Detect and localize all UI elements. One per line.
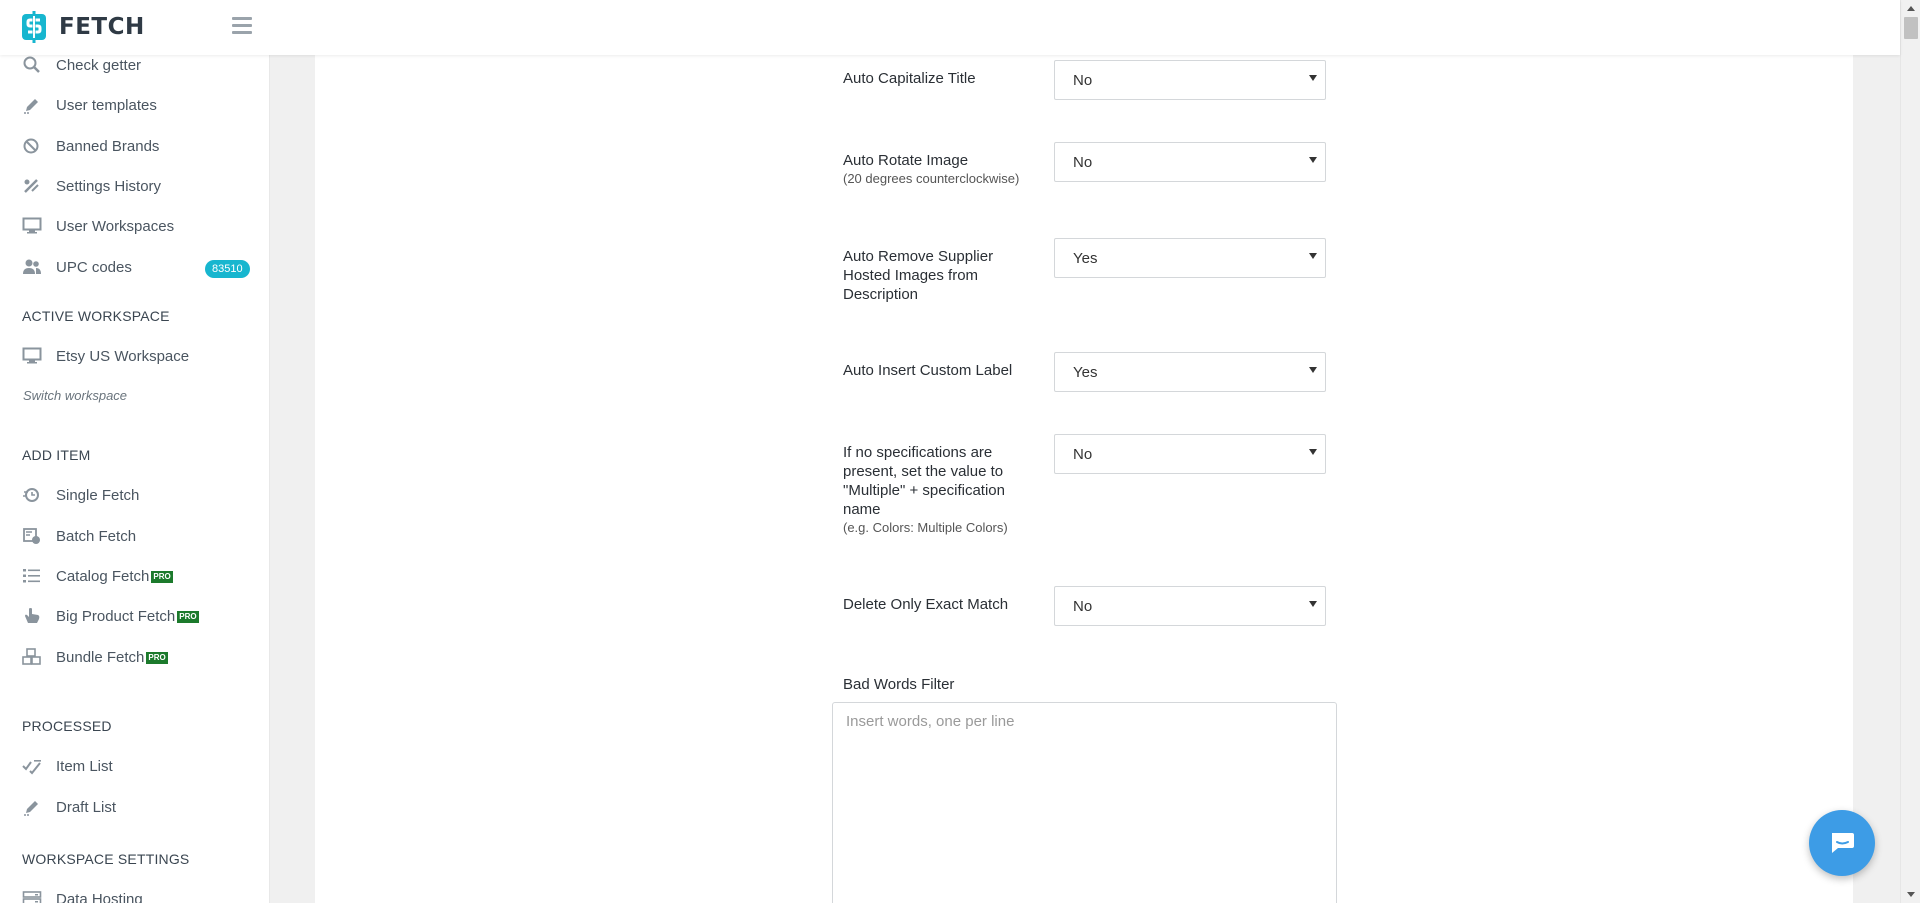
section-title-active-workspace: ACTIVE WORKSPACE — [22, 308, 170, 324]
setting-label: Delete Only Exact Match — [843, 596, 1009, 613]
setting-label: Auto Remove Supplier Hosted Images from … — [843, 248, 994, 303]
setting-label: Auto Rotate Image (20 degrees counterclo… — [843, 151, 1023, 187]
menu-toggle-icon[interactable] — [232, 17, 252, 34]
top-bar: FETCH — [0, 0, 1900, 55]
sidebar-item-single-fetch[interactable]: Single Fetch — [0, 477, 269, 513]
monitor-icon — [22, 347, 42, 364]
setting-sublabel: (20 degrees counterclockwise) — [843, 171, 1020, 186]
chevron-down-icon — [1309, 367, 1317, 373]
switch-workspace-link[interactable]: Switch workspace — [23, 388, 127, 403]
pro-badge: PRO — [177, 610, 199, 623]
monitor-icon — [22, 217, 42, 234]
sidebar-item-data-hosting[interactable]: Data Hosting — [0, 881, 269, 903]
sidebar-item-label: Bundle Fetch PRO — [56, 648, 168, 666]
setting-label: Auto Capitalize Title — [843, 70, 976, 87]
sidebar-item-big-product-fetch[interactable]: Big Product Fetch PRO — [0, 598, 269, 634]
auto-remove-supplier-images-select[interactable]: Yes — [1054, 238, 1326, 278]
sidebar-item-label: Batch Fetch — [56, 527, 137, 545]
chevron-down-icon — [1309, 601, 1317, 607]
sidebar-item-label: UPC codes — [56, 258, 132, 276]
select-value: No — [1073, 598, 1093, 615]
sidebar-item-label: Single Fetch — [56, 486, 140, 504]
users-icon — [23, 259, 41, 274]
select-value: No — [1073, 446, 1093, 463]
chevron-down-icon — [1309, 75, 1317, 81]
sidebar-item-label: Big Product Fetch PRO — [56, 607, 199, 625]
auto-capitalize-title-select[interactable]: No — [1054, 60, 1326, 100]
bad-words-textarea-wrapper — [832, 702, 1337, 903]
single-fetch-icon — [23, 488, 39, 502]
banned-icon — [23, 138, 39, 154]
batch-fetch-icon — [23, 528, 40, 544]
sidebar-item-label: User Workspaces — [56, 217, 175, 235]
pro-badge: PRO — [146, 651, 168, 664]
hand-icon — [25, 608, 40, 623]
boxes-icon — [22, 648, 41, 665]
auto-rotate-image-select[interactable]: No — [1054, 142, 1326, 182]
sidebar-item-catalog-fetch[interactable]: Catalog Fetch PRO — [0, 558, 269, 594]
sidebar-item-check-getter[interactable]: Check getter — [0, 55, 269, 83]
chevron-down-icon — [1309, 253, 1317, 259]
sidebar-item-label: User templates — [56, 96, 157, 114]
logo-mark-icon — [22, 11, 46, 43]
chevron-down-icon — [1309, 157, 1317, 163]
sidebar-item-bundle-fetch[interactable]: Bundle Fetch PRO — [0, 639, 269, 675]
sidebar-item-label: Check getter — [56, 56, 142, 74]
section-title-workspace-settings: WORKSPACE SETTINGS — [22, 851, 190, 867]
page-scrollbar[interactable] — [1900, 0, 1920, 903]
pencil-icon — [24, 801, 38, 816]
pencil-icon — [24, 99, 38, 114]
sidebar-item-label: Item List — [56, 757, 113, 775]
section-title-add-item: ADD ITEM — [22, 447, 91, 463]
select-value: Yes — [1073, 250, 1098, 267]
sidebar-item-etsy-us-workspace[interactable]: Etsy US Workspace — [0, 338, 269, 374]
sidebar-item-upc-codes[interactable]: UPC codes 83510 — [0, 249, 269, 285]
logo-text: FETCH — [59, 14, 145, 40]
scroll-down-icon[interactable] — [1907, 892, 1915, 897]
select-value: Yes — [1073, 364, 1098, 381]
checklist-icon — [22, 760, 41, 775]
sidebar-item-label: Etsy US Workspace — [56, 347, 190, 365]
sidebar-item-item-list[interactable]: Item List — [0, 748, 269, 784]
count-badge: 83510 — [205, 260, 250, 278]
setting-label: Auto Insert Custom Label — [843, 362, 1013, 379]
server-icon — [22, 891, 42, 903]
sidebar-item-batch-fetch[interactable]: Batch Fetch — [0, 518, 269, 554]
sidebar-item-label: Settings History — [56, 177, 162, 195]
sidebar-item-user-workspaces[interactable]: User Workspaces — [0, 208, 269, 244]
chevron-down-icon — [1309, 449, 1317, 455]
logo[interactable]: FETCH — [20, 10, 145, 44]
sidebar-item-label: Catalog Fetch PRO — [56, 567, 173, 585]
chat-button[interactable] — [1809, 810, 1875, 876]
pro-badge: PRO — [151, 570, 173, 583]
sidebar-item-banned-brands[interactable]: Banned Brands — [0, 128, 269, 164]
sidebar-item-settings-history[interactable]: Settings History — [0, 168, 269, 204]
sidebar-item-user-templates[interactable]: User templates — [0, 87, 269, 123]
sidebar-item-label: Data Hosting — [56, 890, 143, 903]
history-icon — [24, 179, 39, 193]
sidebar-item-draft-list[interactable]: Draft List — [0, 789, 269, 825]
list-icon — [23, 569, 40, 583]
select-value: No — [1073, 154, 1093, 171]
delete-only-exact-match-select[interactable]: No — [1054, 586, 1326, 626]
bad-words-filter-label: Bad Words Filter — [843, 676, 955, 693]
setting-label: If no specifications are present, set th… — [843, 443, 1018, 536]
auto-insert-custom-label-select[interactable]: Yes — [1054, 352, 1326, 392]
scroll-thumb[interactable] — [1904, 17, 1918, 39]
sidebar-item-label: Draft List — [56, 798, 117, 816]
section-title-processed: PROCESSED — [22, 718, 112, 734]
multiple-specification-select[interactable]: No — [1054, 434, 1326, 474]
bad-words-textarea[interactable] — [833, 703, 1336, 903]
scroll-up-icon[interactable] — [1907, 6, 1915, 11]
sidebar-item-label: Banned Brands — [56, 137, 160, 155]
chat-icon — [1832, 833, 1854, 853]
setting-sublabel: (e.g. Colors: Multiple Colors) — [843, 520, 1008, 535]
select-value: No — [1073, 72, 1093, 89]
sidebar: Check getter User templates Banned Brand… — [0, 55, 270, 903]
search-icon — [23, 56, 40, 73]
